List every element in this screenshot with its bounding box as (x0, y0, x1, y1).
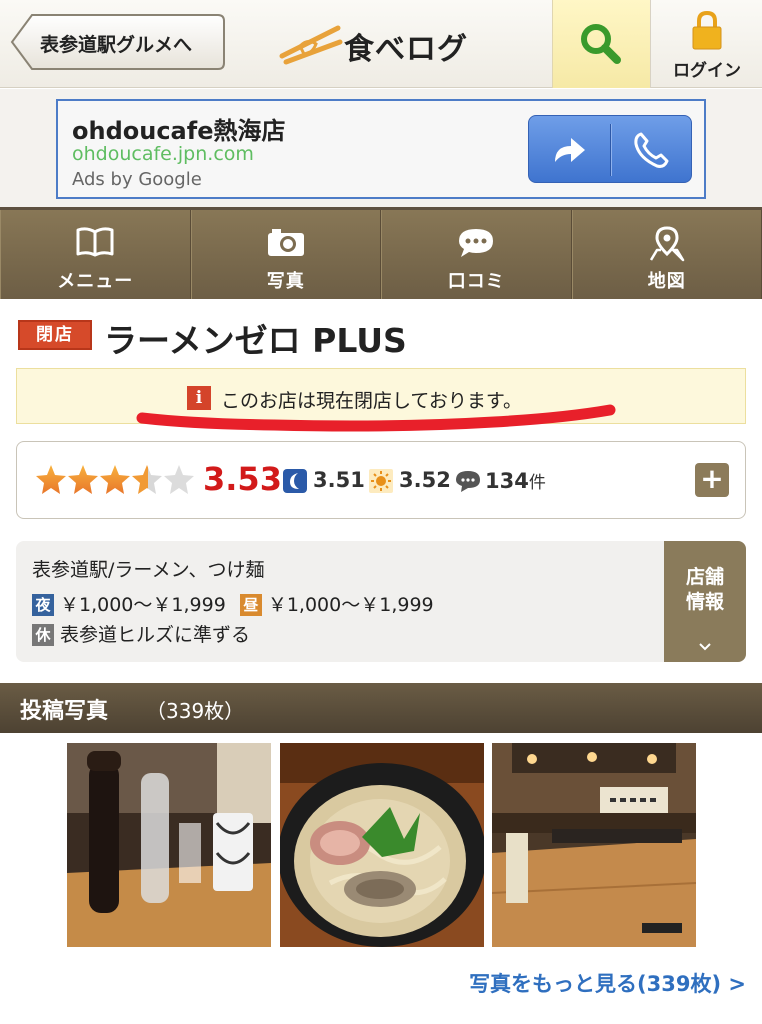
ad-area: ohdoucafe熱海店 ohdoucafe.jpn.com Ads by Go… (0, 89, 762, 207)
camera-icon (267, 229, 304, 256)
closed-badge: 閉店 (18, 320, 92, 350)
chopsticks-logo-icon (279, 25, 343, 65)
lunch-tag: 昼 (239, 594, 262, 616)
night-price-row: 夜 ￥1,000～￥1,999 昼 ￥1,000～￥1,999 (32, 590, 434, 617)
lunch-score-value: 3.52 (399, 468, 451, 492)
ad-action-buttons (528, 115, 692, 183)
review-count-unit: 件 (528, 473, 546, 493)
tab-reviews[interactable]: 口コミ (381, 210, 572, 299)
ad-title[interactable]: ohdoucafe熱海店 (72, 111, 285, 146)
star-2-icon (68, 465, 98, 494)
rating-score: 3.53 (203, 460, 282, 498)
shop-info-label-line-1: 店舗 (685, 566, 724, 588)
tab-photos[interactable]: 写真 (190, 210, 381, 299)
star-half-icon (132, 465, 162, 494)
night-price: ￥1,000～￥1,999 (60, 594, 226, 616)
posted-photos-header: 投稿写真 （339枚） (0, 683, 762, 733)
posted-photos-count: （339枚） (146, 699, 245, 723)
top-header: 表参道駅グルメへ 食べログ ログイン (0, 0, 762, 88)
book-icon (76, 227, 114, 257)
login-label: ログイン (673, 61, 741, 81)
see-more-photos-link[interactable]: 写真をもっと見る(339枚) > (469, 968, 746, 998)
posted-photos-title: 投稿写真 (20, 699, 109, 724)
back-button-label: 表参道駅グルメへ (40, 34, 193, 56)
photo-thumbnail-interior[interactable] (492, 743, 696, 947)
ads-by-google-label: Ads by Google (72, 169, 202, 190)
review-count-value: 134 (485, 469, 529, 493)
phone-icon[interactable] (631, 130, 671, 170)
shop-info-label-line-2: 情報 (685, 591, 724, 613)
star-empty-icon (164, 465, 194, 494)
tabelog-logo[interactable]: 食べログ (278, 20, 478, 67)
tab-map[interactable]: 地図 (571, 210, 762, 299)
rating-panel[interactable]: 3.53 3.51 3.52 134件 + (16, 441, 746, 519)
lunch-score: 3.52 (369, 468, 451, 493)
ramen-photo-image (280, 743, 484, 947)
review-count[interactable]: 134件 (455, 468, 546, 493)
speech-bubble-icon (459, 229, 494, 257)
holiday-tag: 休 (32, 624, 54, 646)
back-to-station-gourmet-button[interactable]: 表参道駅グルメへ (10, 13, 226, 71)
map-pin-icon (649, 226, 684, 262)
photo-thumbnail-condiments[interactable] (67, 743, 271, 947)
interior-photo-image (492, 743, 696, 947)
shop-info-panel: 表参道駅/ラーメン、つけ麺 夜 ￥1,000～￥1,999 昼 ￥1,000～￥1,… (16, 541, 746, 662)
tab-photos-label: 写真 (266, 271, 305, 292)
shop-nav-tabs: メニュー 写真 口コミ 地図 (0, 207, 762, 299)
login-button[interactable]: ログイン (650, 0, 762, 88)
share-arrow-icon[interactable] (549, 130, 589, 170)
holiday-row: 休表参道ヒルズに準ずる (32, 620, 250, 647)
area-genre: 表参道駅/ラーメン、つけ麺 (32, 559, 265, 581)
night-score: 3.51 (283, 468, 365, 493)
condiments-photo-image (67, 743, 271, 947)
holiday-text: 表参道ヒルズに準ずる (60, 624, 251, 646)
sun-icon (369, 469, 393, 493)
tab-menu[interactable]: メニュー (0, 210, 191, 299)
ad-url[interactable]: ohdoucafe.jpn.com (72, 143, 254, 165)
tab-menu-label: メニュー (57, 271, 134, 292)
photo-thumbnail-ramen[interactable] (280, 743, 484, 947)
shop-info-button[interactable]: 店舗 情報 (664, 541, 746, 662)
lunch-price: ￥1,000～￥1,999 (267, 594, 434, 616)
comment-icon (456, 471, 480, 492)
lock-icon (692, 10, 722, 50)
search-button[interactable] (552, 0, 650, 88)
red-underline-annotation (136, 404, 616, 432)
star-rating (36, 465, 194, 494)
shop-name: ラーメンゼロ PLUS (104, 321, 407, 360)
night-tag: 夜 (32, 594, 54, 616)
ad-button-divider (610, 124, 612, 176)
google-ad-banner[interactable]: ohdoucafe熱海店 ohdoucafe.jpn.com Ads by Go… (56, 99, 706, 199)
night-score-value: 3.51 (313, 468, 365, 492)
tab-reviews-label: 口コミ (447, 271, 505, 292)
search-icon (581, 24, 621, 64)
shop-info-button-label: 店舗 情報 (664, 565, 746, 615)
tab-map-label: 地図 (647, 271, 686, 292)
logo-text: 食べログ (344, 32, 468, 67)
star-3-icon (100, 465, 130, 494)
chevron-down-icon (699, 643, 711, 651)
star-1-icon (36, 465, 66, 494)
moon-icon (283, 469, 307, 493)
expand-rating-button[interactable]: + (695, 463, 729, 497)
